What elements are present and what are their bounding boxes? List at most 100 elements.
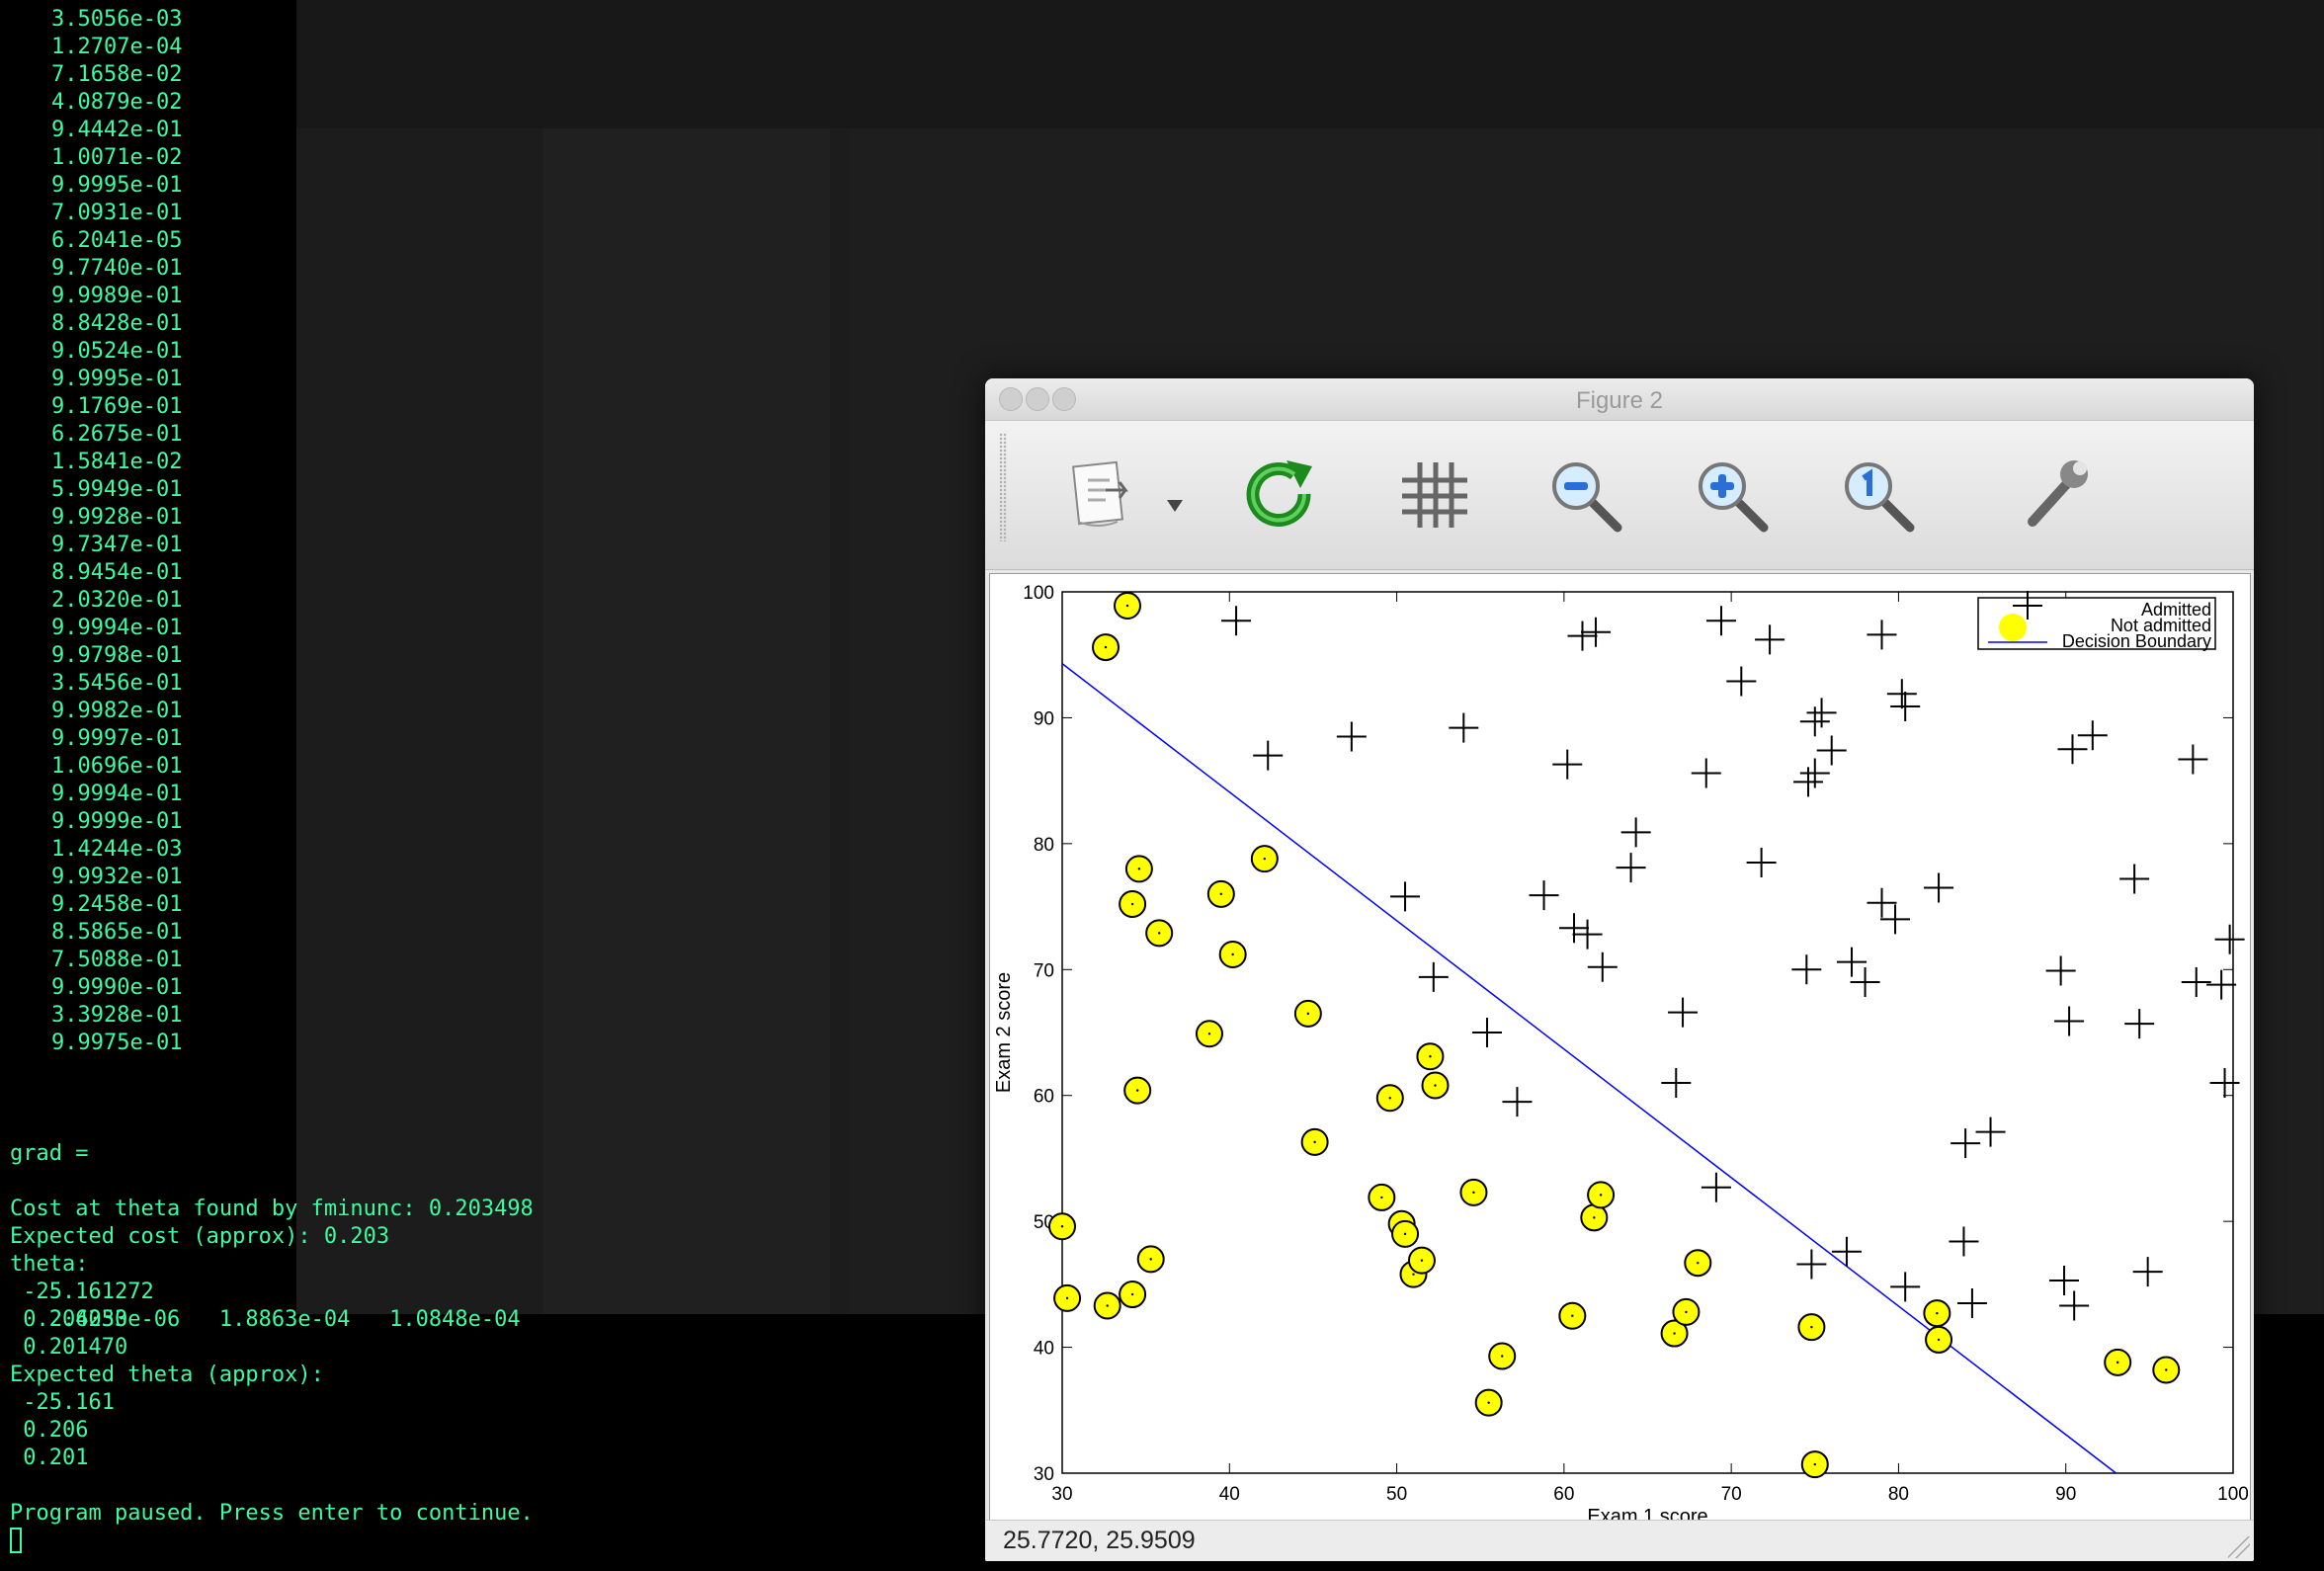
- probability-value: 8.9454e-01: [51, 560, 183, 585]
- dropdown-arrow-icon[interactable]: [1161, 451, 1191, 539]
- edit-document-icon[interactable]: [1066, 451, 1155, 539]
- probability-value: 9.9989e-01: [51, 284, 183, 308]
- toolbar-grip[interactable]: [999, 433, 1007, 541]
- probability-value: 9.9995e-01: [51, 367, 183, 391]
- x-axis-label: Exam 1 score: [1587, 1506, 1707, 1520]
- status-bar: 25.7720, 25.9509: [985, 1520, 2254, 1561]
- x-tick-label: 40: [1219, 1484, 1240, 1505]
- admitted-point-center: [1434, 1084, 1437, 1087]
- admitted-point-center: [1501, 1355, 1504, 1358]
- zoom-reset-icon[interactable]: [1833, 451, 1922, 539]
- window-title: Figure 2: [1575, 387, 1664, 414]
- probability-value: 9.9994e-01: [51, 782, 183, 806]
- terminal-output[interactable]: 3.5056e-03 1.2707e-04 7.1658e-02 4.0879e-02…: [0, 0, 988, 1571]
- admitted-point-center: [1125, 604, 1129, 608]
- probability-value: 3.5056e-03: [51, 7, 183, 32]
- grad-label: grad =: [10, 1141, 89, 1166]
- y-tick-label: 100: [1023, 583, 1054, 604]
- plot-area[interactable]: 30 40 50 60 70 80 90 100 30 40 50 60 70 80 90 100 Exam 1…: [989, 573, 2251, 1521]
- y-tick-label: 30: [1034, 1464, 1054, 1485]
- probability-value: 2.0320e-01: [51, 588, 183, 613]
- probability-value: 9.7347e-01: [51, 533, 183, 557]
- y-tick-label: 60: [1034, 1087, 1054, 1108]
- zoom-in-icon[interactable]: [1687, 451, 1776, 539]
- admitted-point-center: [1263, 857, 1267, 861]
- summary-line: -25.161: [10, 1390, 115, 1415]
- figure-window[interactable]: Figure 2 30 40 50 60 70 80 90 100 30 40 …: [985, 378, 2254, 1561]
- admitted-point-center: [1157, 932, 1161, 935]
- admitted-point-center: [1106, 1304, 1109, 1307]
- probability-value: 9.9982e-01: [51, 699, 183, 723]
- admitted-point-center: [1130, 902, 1134, 906]
- probability-value: 9.1769e-01: [51, 394, 183, 419]
- terminal-cursor: [10, 1528, 22, 1553]
- x-tick-label: 50: [1386, 1484, 1407, 1505]
- probability-value: 4.0879e-02: [51, 90, 183, 115]
- admitted-point-center: [1231, 952, 1234, 956]
- admitted-point-center: [1937, 1338, 1941, 1342]
- resize-handle[interactable]: [2228, 1536, 2250, 1558]
- probability-value: 9.9932e-01: [51, 865, 183, 889]
- admitted-point-center: [1130, 1292, 1134, 1296]
- cursor-coordinates: 25.7720, 25.9509: [1003, 1527, 1196, 1554]
- summary-line: 0.206233: [10, 1307, 128, 1332]
- admitted-point-center: [1313, 1140, 1316, 1144]
- admitted-point-center: [1936, 1311, 1939, 1315]
- probability-value: 1.2707e-04: [51, 35, 183, 59]
- wrench-icon[interactable]: [2013, 451, 2102, 539]
- admitted-point-center: [1065, 1296, 1069, 1300]
- summary-line: 0.201: [10, 1446, 89, 1470]
- admitted-point-center: [1137, 868, 1141, 870]
- admitted-point-center: [1306, 1012, 1310, 1016]
- probability-value: 9.9997e-01: [51, 726, 183, 751]
- y-tick-label: 40: [1034, 1339, 1054, 1360]
- x-tick-label: 100: [2217, 1484, 2249, 1505]
- summary-line: theta:: [10, 1252, 89, 1277]
- admitted-point-center: [1135, 1089, 1139, 1092]
- summary-line: 0.206: [10, 1418, 89, 1443]
- x-tick-label: 70: [1721, 1484, 1742, 1505]
- x-tick-label: 90: [2055, 1484, 2076, 1505]
- admitted-point-center: [1380, 1196, 1383, 1199]
- probability-value: 1.5841e-02: [51, 450, 183, 474]
- probability-value: 9.9994e-01: [51, 616, 183, 640]
- admitted-point-center: [1599, 1194, 1603, 1197]
- window-titlebar[interactable]: Figure 2: [985, 378, 2254, 421]
- axes-box: [1061, 591, 2234, 1474]
- admitted-point-center: [1412, 1273, 1415, 1276]
- probability-value: 9.4442e-01: [51, 118, 183, 142]
- admitted-point-center: [1487, 1401, 1490, 1404]
- admitted-point-center: [1571, 1314, 1574, 1317]
- admitted-point-center: [1813, 1462, 1816, 1466]
- admitted-point-center: [1593, 1216, 1596, 1219]
- admitted-point-center: [2165, 1368, 2168, 1371]
- admitted-point-center: [1149, 1258, 1152, 1261]
- summary-line: Cost at theta found by fminunc: 0.203498: [10, 1197, 534, 1221]
- figure-toolbar: [985, 421, 2254, 570]
- probability-value: 1.0071e-02: [51, 145, 183, 170]
- probability-value: 7.5088e-01: [51, 948, 183, 972]
- admitted-point-center: [1429, 1055, 1432, 1058]
- y-tick-label: 80: [1034, 835, 1054, 856]
- x-tick-label: 30: [1051, 1484, 1072, 1505]
- probability-value: 9.0524e-01: [51, 339, 183, 364]
- x-tick-label: 60: [1553, 1484, 1574, 1505]
- grid-icon[interactable]: [1390, 451, 1479, 539]
- y-tick-label: 90: [1034, 708, 1054, 729]
- admitted-point-center: [1697, 1261, 1700, 1265]
- admitted-point-center: [1219, 892, 1223, 896]
- scatter-plot[interactable]: 30 40 50 60 70 80 90 10030405060708090100Exam 1…: [990, 574, 2250, 1520]
- probability-value: 8.5865e-01: [51, 920, 183, 945]
- probability-value: 8.8428e-01: [51, 311, 183, 336]
- summary-line: Expected cost (approx): 0.203: [10, 1224, 390, 1249]
- zoom-out-icon[interactable]: [1540, 451, 1629, 539]
- probability-value: 9.7740e-01: [51, 256, 183, 281]
- admitted-point-center: [1104, 645, 1108, 649]
- refresh-icon[interactable]: [1235, 451, 1324, 539]
- probability-value: 3.3928e-01: [51, 1003, 183, 1028]
- probability-value: 9.9975e-01: [51, 1031, 183, 1055]
- admitted-point-center: [1810, 1325, 1813, 1329]
- admitted-point-center: [1472, 1191, 1475, 1195]
- summary-line: Program paused. Press enter to continue.: [10, 1501, 534, 1526]
- summary-line: 0.201470: [10, 1335, 128, 1360]
